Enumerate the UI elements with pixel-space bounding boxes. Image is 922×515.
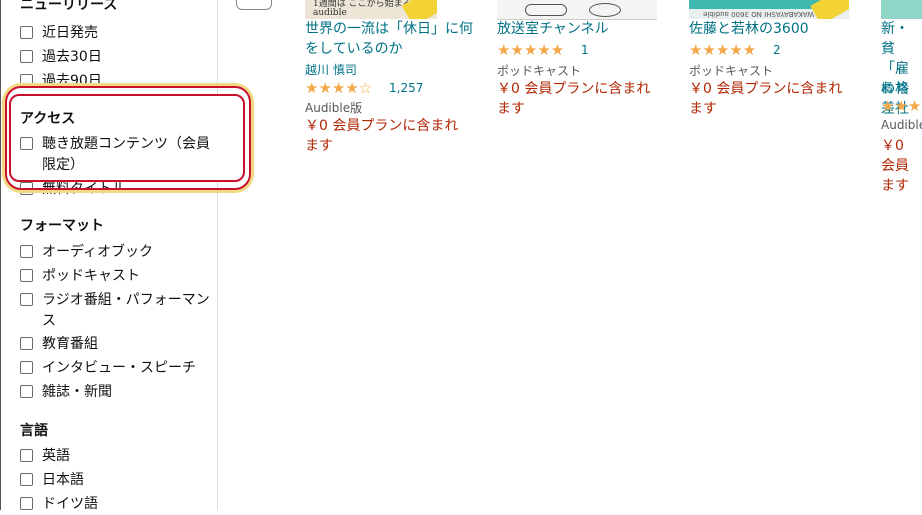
checkbox[interactable] bbox=[20, 137, 33, 150]
star-rating[interactable]: ★★★★☆ bbox=[305, 79, 372, 97]
filter-label: 雑誌・新聞 bbox=[42, 384, 112, 400]
price-text: ￥0 会員プランに含まれます bbox=[305, 118, 459, 154]
star-rating[interactable]: ★★★★★ bbox=[689, 41, 756, 59]
filter-label: 教育番組 bbox=[42, 336, 98, 352]
product-title-link[interactable]: 放送室チャンネル bbox=[497, 19, 609, 39]
filter-coming-soon[interactable]: 近日発売 bbox=[20, 23, 214, 44]
thumbnail-doodle bbox=[525, 4, 567, 16]
checkbox[interactable] bbox=[20, 245, 33, 258]
access-heading: アクセス bbox=[20, 111, 76, 127]
checkbox[interactable] bbox=[20, 26, 33, 39]
checkbox[interactable] bbox=[20, 50, 33, 63]
format-label: ポッドキャスト bbox=[689, 64, 774, 78]
checkbox[interactable] bbox=[20, 497, 33, 510]
filter-magazine-newspaper[interactable]: 雑誌・新聞 bbox=[20, 382, 214, 403]
rating-count-link[interactable]: 1,257 bbox=[389, 81, 423, 95]
checkbox[interactable] bbox=[20, 385, 33, 398]
rating-count-link[interactable]: 2 bbox=[773, 43, 781, 57]
filter-label: オーディオブック bbox=[42, 244, 154, 260]
product-thumbnail[interactable] bbox=[881, 0, 922, 19]
checkbox[interactable] bbox=[20, 361, 33, 374]
checkbox[interactable] bbox=[20, 293, 33, 306]
format-label: ポッドキャスト bbox=[497, 64, 582, 78]
filter-label: ポッドキャスト bbox=[42, 268, 140, 284]
rating-count-link[interactable]: 1 bbox=[581, 43, 589, 57]
filter-label: ドイツ語 bbox=[42, 496, 98, 512]
price-text: ￥0 会員プランに含まれます bbox=[497, 81, 651, 117]
filter-education[interactable]: 教育番組 bbox=[20, 334, 214, 355]
price-text: ￥0 会員プランに含まれます bbox=[689, 81, 843, 117]
product-title-link[interactable]: 世界の一流は「休日」に何をしているのか bbox=[305, 19, 473, 59]
filter-label: 日本語 bbox=[42, 472, 84, 488]
checkbox[interactable] bbox=[20, 449, 33, 462]
filter-label: インタビュー・スピーチ bbox=[42, 360, 196, 376]
filter-label: 聴き放題コンテンツ（会員限定） bbox=[42, 136, 210, 173]
filter-japanese[interactable]: 日本語 bbox=[20, 470, 214, 491]
checkbox[interactable] bbox=[20, 269, 33, 282]
top-control-button[interactable] bbox=[236, 0, 272, 10]
filter-interview-speech[interactable]: インタビュー・スピーチ bbox=[20, 358, 214, 379]
star-rating[interactable]: ★★★ bbox=[881, 97, 922, 115]
filter-german[interactable]: ドイツ語 bbox=[20, 494, 214, 515]
filter-podcast[interactable]: ポッドキャスト bbox=[20, 266, 214, 287]
price-text: ￥0 会員ます bbox=[881, 138, 909, 194]
star-rating[interactable]: ★★★★★ bbox=[497, 41, 564, 59]
product-title-link[interactable]: 佐藤と若林の3600 bbox=[689, 19, 809, 39]
format-label: Audible bbox=[881, 118, 922, 132]
product-thumbnail[interactable]: 1週間は ここから始まる audible bbox=[305, 0, 437, 19]
filter-label: ラジオ番組・パフォーマンス bbox=[42, 292, 210, 329]
format-label: Audible版 bbox=[305, 101, 363, 115]
filter-label: 英語 bbox=[42, 448, 70, 464]
filter-label: 近日発売 bbox=[42, 25, 98, 41]
filter-audiobook[interactable]: オーディオブック bbox=[20, 242, 214, 263]
author-link[interactable]: 越川 慎司 bbox=[305, 61, 357, 78]
checkbox[interactable] bbox=[20, 473, 33, 486]
filter-label: 過去30日 bbox=[42, 49, 102, 65]
product-thumbnail[interactable] bbox=[497, 0, 657, 20]
new-release-heading: ニューリリース bbox=[20, 0, 118, 13]
language-heading: 言語 bbox=[20, 423, 48, 439]
thumbnail-doodle bbox=[589, 3, 621, 17]
product-thumbnail[interactable]: SATO WAKABAYASHI NO 3600 audible bbox=[689, 0, 849, 19]
window-left-edge bbox=[0, 0, 1, 510]
filter-english[interactable]: 英語 bbox=[20, 446, 214, 467]
filter-unlimited-listening[interactable]: 聴き放題コンテンツ（会員限定） bbox=[20, 134, 214, 176]
filter-last-30-days[interactable]: 過去30日 bbox=[20, 47, 214, 68]
checkbox[interactable] bbox=[20, 337, 33, 350]
format-heading: フォーマット bbox=[20, 218, 104, 234]
sidebar-divider bbox=[217, 0, 218, 510]
filter-radio-performance[interactable]: ラジオ番組・パフォーマンス bbox=[20, 290, 214, 332]
author-link[interactable]: 橘 玲 bbox=[881, 79, 909, 96]
